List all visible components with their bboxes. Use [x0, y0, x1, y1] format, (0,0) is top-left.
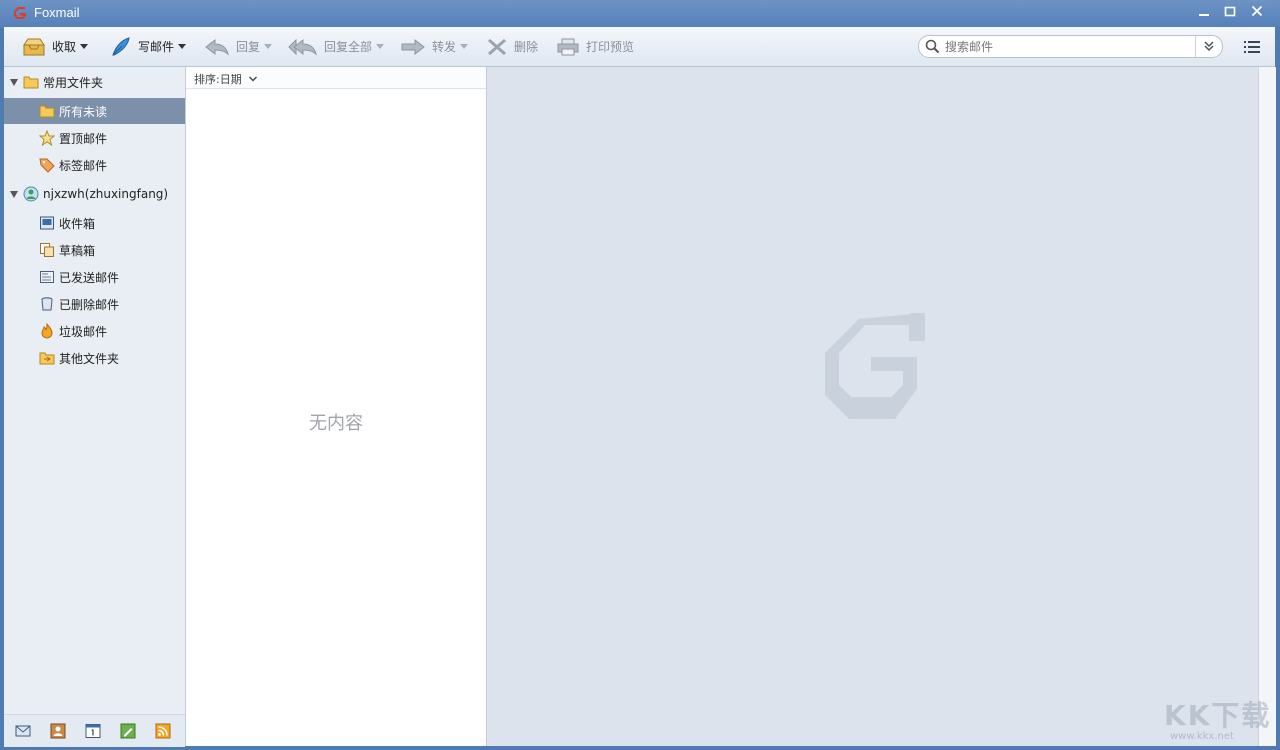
close-icon	[1251, 5, 1263, 17]
folder-sidebar: 常用文件夹 所有未读 置顶邮件 标签邮件 njxzwh(zhuxingfang)	[4, 67, 186, 747]
folder-pinned-mail[interactable]: 置顶邮件	[4, 125, 185, 151]
forward-button[interactable]: 转发	[400, 27, 469, 66]
search-icon[interactable]	[925, 39, 940, 54]
receive-dropdown-icon[interactable]	[80, 44, 89, 49]
foxmail-watermark-logo-icon	[825, 313, 925, 419]
forward-arrow-icon	[401, 38, 425, 55]
other-folder-icon	[39, 352, 55, 365]
maximize-button[interactable]	[1220, 4, 1240, 22]
print-preview-label: 打印预览	[586, 40, 635, 54]
sort-label: 排序:日期	[194, 73, 242, 86]
receive-label: 收取	[52, 40, 77, 54]
search-box	[918, 35, 1223, 58]
reply-all-arrow-icon	[288, 38, 318, 56]
notes-icon[interactable]	[120, 723, 136, 739]
star-icon	[39, 130, 55, 146]
calendar-icon[interactable]	[85, 723, 101, 739]
collapse-arrow-icon[interactable]	[10, 190, 18, 198]
inbox-icon	[40, 216, 54, 230]
minimize-button[interactable]	[1194, 4, 1214, 22]
chevron-down-icon	[249, 76, 258, 82]
common-folders-label: 常用文件夹	[43, 75, 104, 90]
collapse-arrow-icon[interactable]	[10, 78, 18, 86]
account-label: njxzwh(zhuxingfang)	[43, 187, 169, 201]
watermark-text: KK下载	[1164, 699, 1272, 732]
account-group[interactable]: njxzwh(zhuxingfang)	[4, 181, 185, 207]
folder-label: 其他文件夹	[59, 351, 120, 366]
sent-icon	[40, 271, 54, 283]
site-watermark: KK下载 www.kkx.net	[1160, 694, 1272, 742]
foxmail-logo-icon	[14, 7, 26, 19]
close-button[interactable]	[1247, 4, 1267, 22]
mail-icon[interactable]	[15, 723, 31, 739]
rss-icon[interactable]	[155, 723, 171, 739]
main-toolbar: 收取 写邮件 回复 回复全部 转发 删除 打印预览 搜索邮件	[4, 27, 1275, 67]
folder-label: 垃圾邮件	[59, 324, 108, 339]
folder-label: 标签邮件	[59, 158, 108, 173]
folder-inbox[interactable]: 收件箱	[4, 210, 185, 236]
folder-icon	[23, 76, 39, 89]
printer-icon	[557, 38, 579, 55]
sort-bar: 排序:日期	[186, 67, 486, 89]
folder-label: 置顶邮件	[59, 131, 108, 146]
compose-dropdown-icon[interactable]	[178, 44, 187, 49]
forward-label: 转发	[432, 40, 457, 54]
tag-icon	[39, 158, 55, 173]
folder-other[interactable]: 其他文件夹	[4, 345, 185, 371]
junk-icon	[41, 323, 53, 339]
compose-label: 写邮件	[138, 40, 175, 54]
watermark-url: www.kkx.net	[1170, 731, 1234, 742]
folder-junk[interactable]: 垃圾邮件	[4, 318, 185, 344]
trash-icon	[41, 297, 53, 311]
forward-dropdown-icon[interactable]	[460, 44, 469, 49]
main-menu-icon[interactable]	[1244, 40, 1260, 54]
minimize-icon	[1199, 14, 1209, 16]
double-chevron-down-icon	[1204, 41, 1214, 52]
window-title: Foxmail	[34, 5, 80, 20]
delete-x-icon	[488, 38, 506, 55]
account-avatar-icon	[23, 186, 39, 202]
folder-sent[interactable]: 已发送邮件	[4, 264, 185, 290]
reply-all-label: 回复全部	[324, 40, 373, 54]
receive-button[interactable]: 收取	[22, 27, 89, 66]
search-input[interactable]	[945, 38, 1185, 55]
reading-pane	[487, 67, 1258, 746]
title-bar: Foxmail	[0, 0, 1280, 27]
reply-arrow-icon	[205, 38, 230, 56]
compose-button[interactable]: 写邮件	[110, 27, 187, 66]
print-preview-button[interactable]: 打印预览	[556, 27, 634, 66]
empty-list-message: 无内容	[309, 413, 363, 434]
search-options-button[interactable]	[1195, 36, 1222, 57]
folder-label: 收件箱	[59, 216, 96, 231]
folder-label: 草稿箱	[59, 243, 96, 258]
folder-label: 已发送邮件	[59, 270, 120, 285]
folder-tagged-mail[interactable]: 标签邮件	[4, 152, 185, 178]
folder-label: 所有未读	[59, 104, 108, 119]
reply-button[interactable]: 回复	[204, 27, 273, 66]
message-list-pane: 排序:日期 无内容	[186, 67, 487, 746]
sort-dropdown[interactable]: 排序:日期	[194, 71, 258, 87]
reply-all-dropdown-icon[interactable]	[376, 44, 385, 49]
right-scroll-strip[interactable]	[1258, 67, 1276, 746]
delete-label: 删除	[514, 40, 539, 54]
contacts-icon[interactable]	[50, 723, 66, 739]
folder-drafts[interactable]: 草稿箱	[4, 237, 185, 263]
folder-deleted[interactable]: 已删除邮件	[4, 291, 185, 317]
sidebar-bottom-nav	[4, 714, 185, 747]
maximize-icon	[1224, 6, 1236, 17]
folder-icon	[39, 105, 55, 118]
delete-button[interactable]: 删除	[486, 27, 538, 66]
common-folders-group[interactable]: 常用文件夹	[4, 69, 185, 95]
receive-mail-icon	[23, 38, 45, 55]
folder-all-unread[interactable]: 所有未读	[4, 98, 185, 124]
reply-all-button[interactable]: 回复全部	[288, 27, 385, 66]
drafts-icon	[40, 243, 54, 257]
reply-label: 回复	[236, 40, 261, 54]
feather-pen-icon	[112, 36, 130, 55]
reply-dropdown-icon[interactable]	[264, 44, 273, 49]
folder-label: 已删除邮件	[59, 297, 120, 312]
